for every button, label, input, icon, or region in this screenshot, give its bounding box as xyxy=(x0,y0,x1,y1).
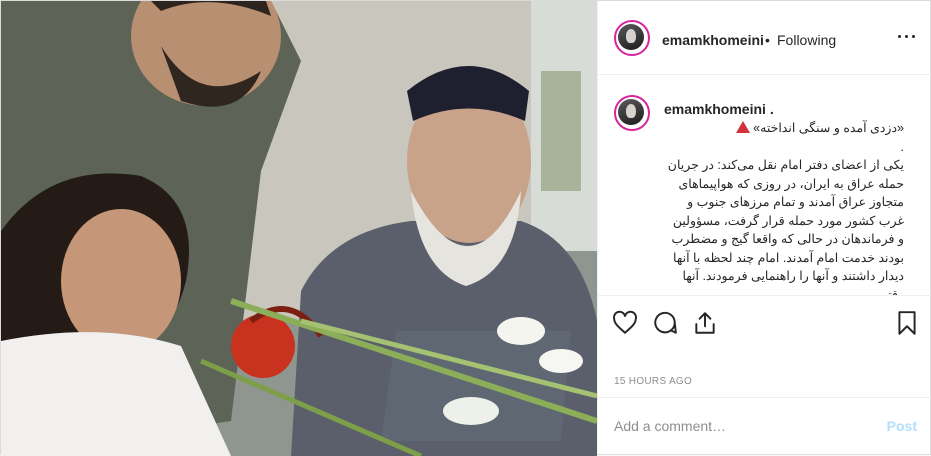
heart-icon[interactable] xyxy=(612,310,638,336)
caption-dot-line: . xyxy=(900,139,904,154)
post-comment-button[interactable]: Post xyxy=(887,418,917,434)
post-sidebar: emamkhomeini • Following emamkhomeini . … xyxy=(597,1,931,456)
avatar-image xyxy=(618,99,644,125)
comment-icon[interactable] xyxy=(652,310,678,336)
post-photo[interactable] xyxy=(1,1,597,456)
avatar-image xyxy=(618,24,644,50)
comment-box: Post xyxy=(598,397,931,456)
red-triangle-icon xyxy=(735,121,750,133)
caption-text: «دزدی آمده و سنگی انداخته» . یکی از اعضا… xyxy=(664,119,904,295)
post-card: emamkhomeini • Following emamkhomeini . … xyxy=(0,0,931,456)
separator-dot: • xyxy=(765,32,770,48)
caption-avatar[interactable] xyxy=(614,95,650,131)
post-timestamp[interactable]: 15 HOURS AGO xyxy=(614,376,692,387)
more-horizontal-icon[interactable] xyxy=(897,29,917,43)
comment-input[interactable] xyxy=(614,416,864,436)
bookmark-icon[interactable] xyxy=(894,310,920,336)
caption-body: یکی از اعضای دفتر امام نقل می‌کند: در جر… xyxy=(667,158,904,295)
post-author-username[interactable]: emamkhomeini xyxy=(662,32,764,48)
share-icon[interactable] xyxy=(692,310,718,336)
caption-username[interactable]: emamkhomeini . xyxy=(664,101,774,117)
following-button[interactable]: Following xyxy=(777,32,836,48)
caption-area: emamkhomeini . «دزدی آمده و سنگی انداخته… xyxy=(598,75,931,295)
post-header: emamkhomeini • Following xyxy=(598,1,931,75)
post-image xyxy=(1,1,597,456)
caption-title: «دزدی آمده و سنگی انداخته» xyxy=(753,121,904,135)
avatar[interactable] xyxy=(614,20,650,56)
action-bar xyxy=(598,295,931,357)
